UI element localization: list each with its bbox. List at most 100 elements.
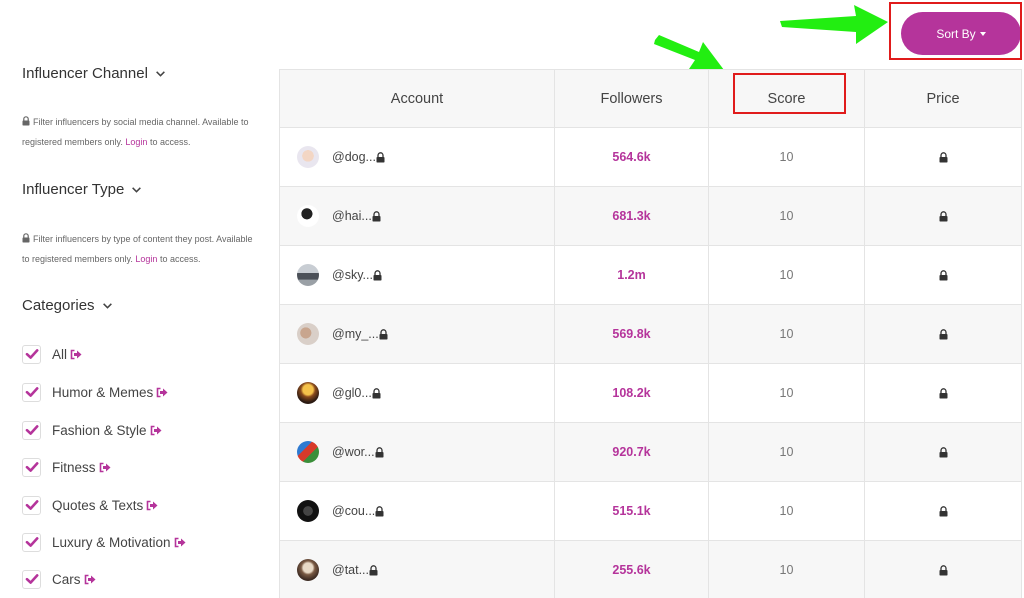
avatar bbox=[297, 500, 319, 522]
category-checkbox[interactable] bbox=[22, 344, 41, 364]
score-value: 10 bbox=[779, 445, 794, 459]
external-link-icon[interactable] bbox=[174, 537, 186, 548]
followers-value: 1.2m bbox=[617, 268, 646, 282]
category-item[interactable]: Fashion & Style bbox=[22, 419, 162, 441]
category-label: All bbox=[52, 346, 68, 362]
account-handle[interactable]: @dog... bbox=[332, 150, 376, 164]
column-header-price[interactable]: Price bbox=[865, 70, 1021, 127]
price-cell bbox=[865, 423, 1021, 481]
category-checkbox[interactable] bbox=[22, 569, 41, 589]
score-value: 10 bbox=[779, 386, 794, 400]
price-cell bbox=[865, 128, 1021, 186]
column-header-score[interactable]: Score bbox=[709, 70, 865, 127]
account-cell: @sky... bbox=[280, 246, 555, 304]
followers-value: 255.6k bbox=[612, 563, 651, 577]
external-link-icon[interactable] bbox=[146, 500, 158, 511]
followers-cell: 569.8k bbox=[555, 305, 709, 363]
account-handle[interactable]: @hai... bbox=[332, 209, 372, 223]
account-cell: @cou... bbox=[280, 482, 555, 540]
account-handle[interactable]: @tat... bbox=[332, 563, 369, 577]
score-cell: 10 bbox=[709, 128, 865, 186]
external-link-icon[interactable] bbox=[84, 574, 96, 585]
table-row[interactable]: @gl0... 108.2k 10 bbox=[280, 364, 1021, 423]
account-cell: @my_... bbox=[280, 305, 555, 363]
category-checkbox[interactable] bbox=[22, 420, 41, 440]
column-header-account[interactable]: Account bbox=[280, 70, 555, 127]
category-item[interactable]: Quotes & Texts bbox=[22, 494, 158, 516]
price-lock-icon bbox=[939, 564, 947, 575]
avatar bbox=[297, 559, 319, 581]
score-cell: 10 bbox=[709, 482, 865, 540]
category-item[interactable]: Cars bbox=[22, 568, 96, 590]
category-item[interactable]: Luxury & Motivation bbox=[22, 531, 186, 553]
score-value: 10 bbox=[779, 150, 794, 164]
followers-value: 515.1k bbox=[612, 504, 651, 518]
category-label: Humor & Memes bbox=[52, 384, 154, 400]
column-header-followers[interactable]: Followers bbox=[555, 70, 709, 127]
external-link-icon[interactable] bbox=[99, 462, 111, 473]
score-cell: 10 bbox=[709, 364, 865, 422]
followers-cell: 515.1k bbox=[555, 482, 709, 540]
table-row[interactable]: @cou... 515.1k 10 bbox=[280, 482, 1021, 541]
external-link-icon[interactable] bbox=[70, 349, 82, 360]
lock-icon bbox=[372, 210, 381, 221]
avatar bbox=[297, 323, 319, 345]
account-handle[interactable]: @wor... bbox=[332, 445, 375, 459]
account-handle[interactable]: @sky... bbox=[332, 268, 373, 282]
channel-login-link[interactable]: Login bbox=[125, 137, 147, 147]
category-item[interactable]: Fitness bbox=[22, 456, 111, 478]
price-lock-icon bbox=[939, 151, 947, 162]
influencer-table: Account Followers Score Price @dog... 564… bbox=[279, 69, 1022, 598]
influencer-channel-dropdown[interactable]: Influencer Channel bbox=[22, 65, 166, 82]
table-row[interactable]: @hai... 681.3k 10 bbox=[280, 187, 1021, 246]
external-link-icon[interactable] bbox=[150, 425, 162, 436]
category-checkbox[interactable] bbox=[22, 457, 41, 477]
category-checkbox[interactable] bbox=[22, 495, 41, 515]
check-icon bbox=[25, 574, 38, 584]
score-cell: 10 bbox=[709, 187, 865, 245]
followers-cell: 564.6k bbox=[555, 128, 709, 186]
score-cell: 10 bbox=[709, 541, 865, 598]
followers-value: 920.7k bbox=[612, 445, 651, 459]
score-value: 10 bbox=[779, 209, 794, 223]
chevron-down-icon bbox=[102, 303, 112, 309]
account-cell: @wor... bbox=[280, 423, 555, 481]
table-row[interactable]: @dog... 564.6k 10 bbox=[280, 128, 1021, 187]
price-cell bbox=[865, 305, 1021, 363]
price-lock-icon bbox=[939, 446, 947, 457]
score-cell: 10 bbox=[709, 423, 865, 481]
account-handle[interactable]: @my_... bbox=[332, 327, 379, 341]
influencer-type-dropdown[interactable]: Influencer Type bbox=[22, 181, 142, 198]
sort-by-button[interactable]: Sort By bbox=[901, 12, 1021, 55]
type-login-link[interactable]: Login bbox=[135, 254, 157, 264]
category-item[interactable]: Humor & Memes bbox=[22, 381, 168, 403]
table-row[interactable]: @sky... 1.2m 10 bbox=[280, 246, 1021, 305]
account-cell: @gl0... bbox=[280, 364, 555, 422]
table-row[interactable]: @wor... 920.7k 10 bbox=[280, 423, 1021, 482]
price-cell bbox=[865, 482, 1021, 540]
influencer-type-title: Influencer Type bbox=[22, 181, 125, 198]
account-handle[interactable]: @gl0... bbox=[332, 386, 372, 400]
table-row[interactable]: @tat... 255.6k 10 bbox=[280, 541, 1021, 598]
lock-icon bbox=[375, 505, 384, 516]
lock-icon bbox=[22, 233, 30, 243]
table-row[interactable]: @my_... 569.8k 10 bbox=[280, 305, 1021, 364]
lock-icon bbox=[372, 387, 381, 398]
score-value: 10 bbox=[779, 268, 794, 282]
category-checkbox[interactable] bbox=[22, 382, 41, 402]
category-checkbox[interactable] bbox=[22, 532, 41, 552]
category-label: Fashion & Style bbox=[52, 422, 147, 438]
table-header: Account Followers Score Price bbox=[280, 70, 1021, 128]
price-lock-icon bbox=[939, 269, 947, 280]
check-icon bbox=[25, 500, 38, 510]
followers-cell: 1.2m bbox=[555, 246, 709, 304]
account-handle[interactable]: @cou... bbox=[332, 504, 375, 518]
price-cell bbox=[865, 187, 1021, 245]
score-cell: 10 bbox=[709, 246, 865, 304]
external-link-icon[interactable] bbox=[156, 387, 168, 398]
categories-dropdown[interactable]: Categories bbox=[22, 297, 113, 314]
category-item[interactable]: All bbox=[22, 343, 82, 365]
arrow-right-icon bbox=[780, 5, 888, 44]
chevron-down-icon bbox=[132, 187, 142, 193]
sort-by-label: Sort By bbox=[936, 26, 976, 41]
